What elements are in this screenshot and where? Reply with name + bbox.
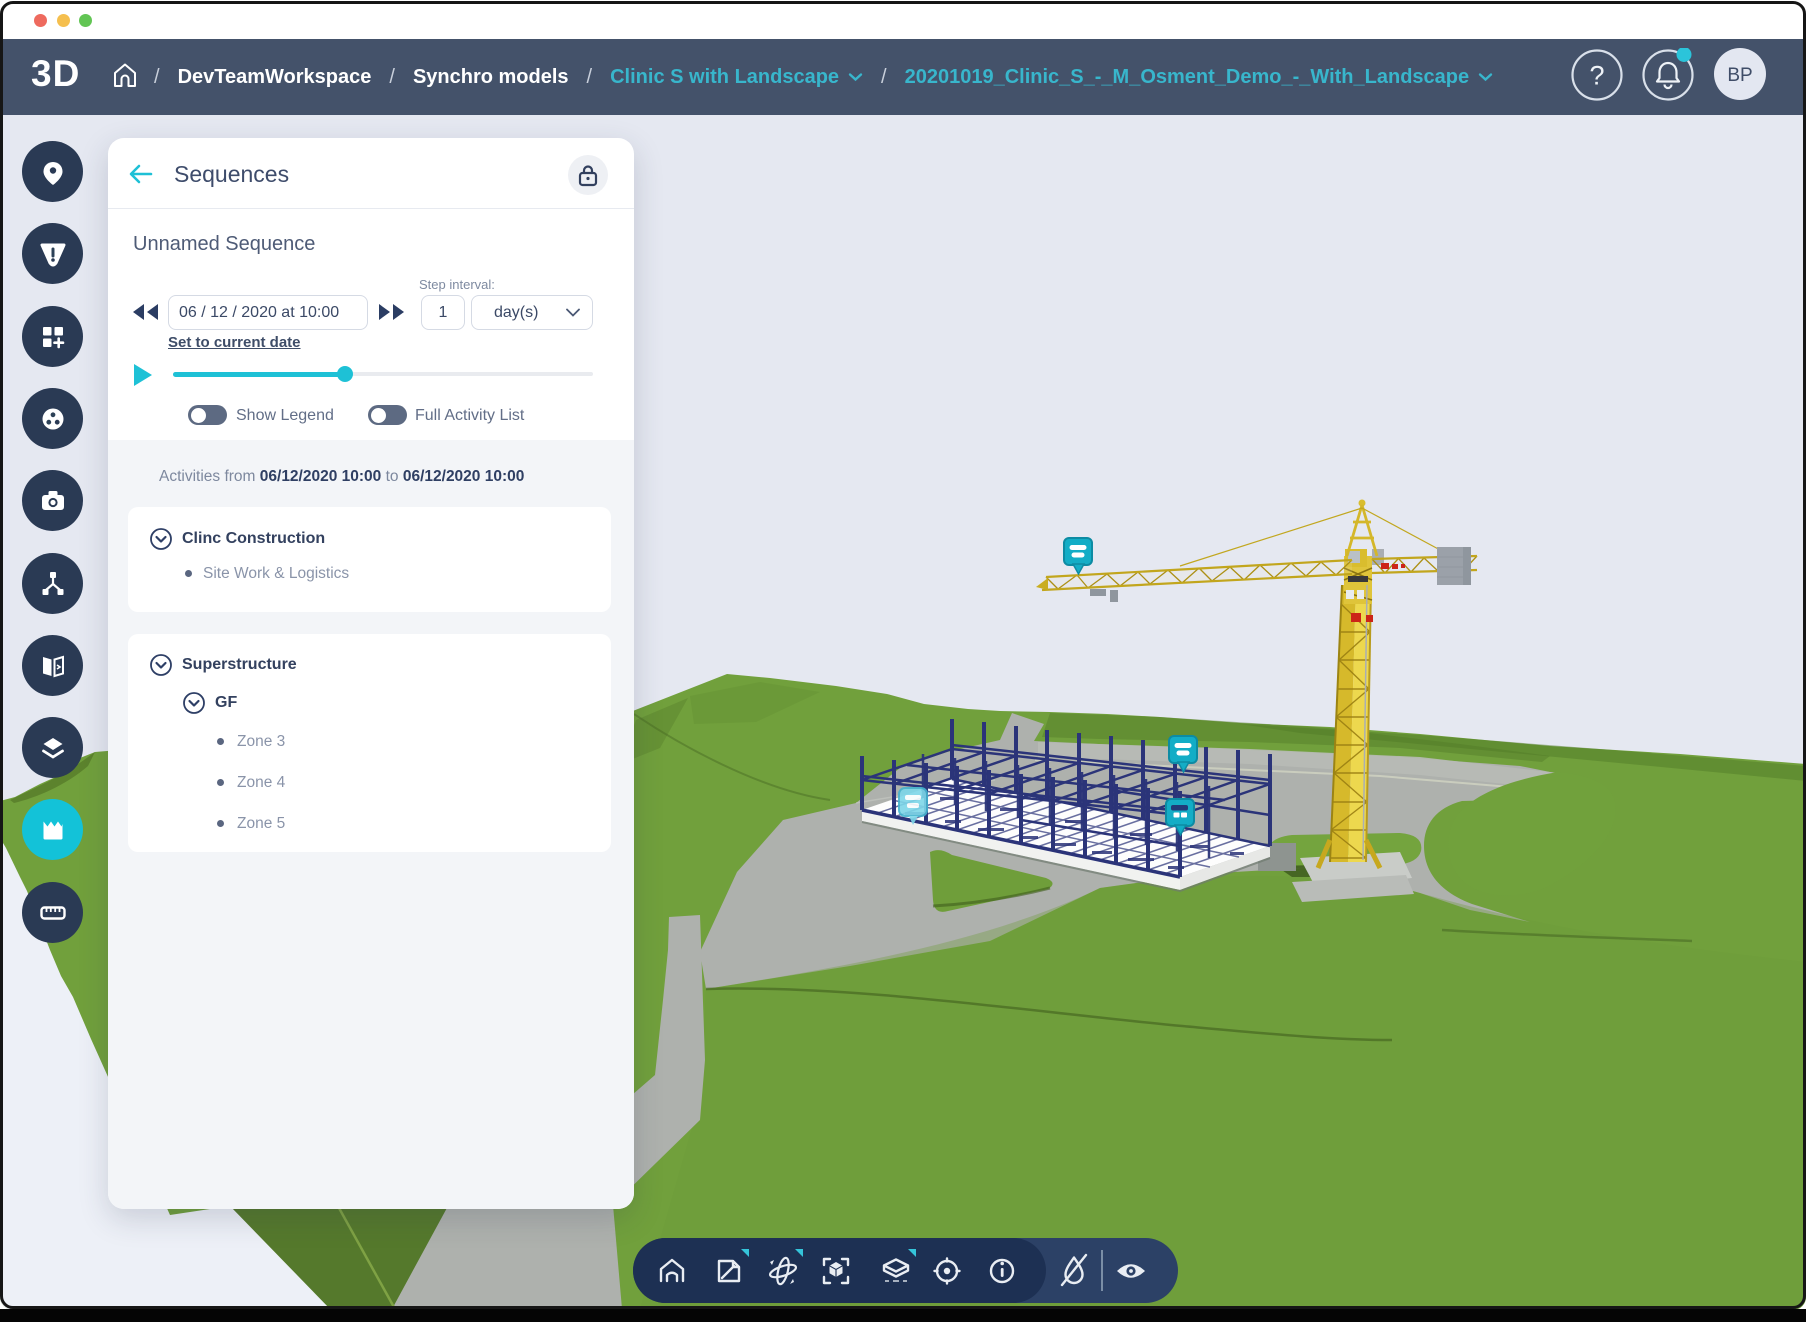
svg-text:BP: BP bbox=[1727, 65, 1752, 86]
svg-text:?: ? bbox=[1589, 61, 1604, 91]
